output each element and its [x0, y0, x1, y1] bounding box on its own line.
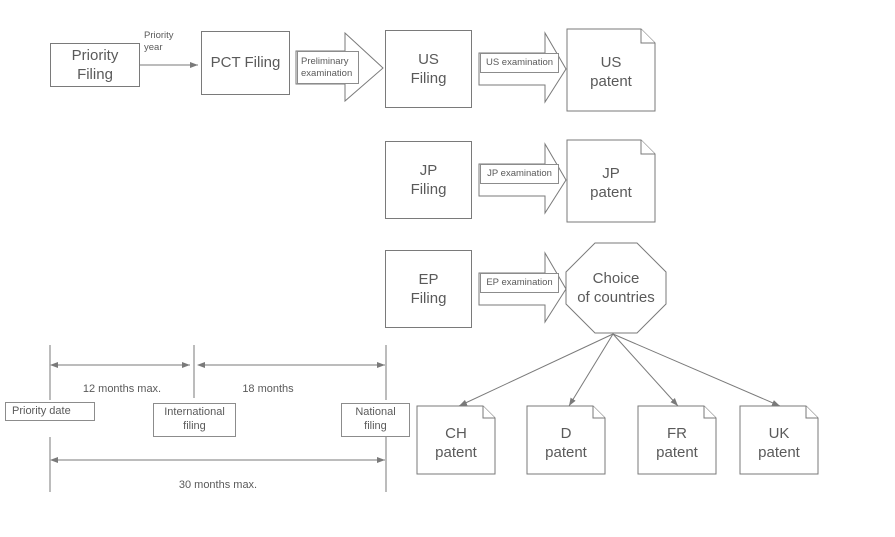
ch-patent-fold [482, 406, 495, 419]
choice-of-countries-shape[interactable] [565, 242, 667, 334]
d-patent-fold [592, 406, 605, 419]
milestone-priority-date[interactable]: Priority date [5, 402, 95, 421]
us-filing-shape[interactable] [385, 30, 472, 108]
timeline-span-30-months-label: 30 months max. [178, 479, 258, 491]
us-examination-label: US examination [480, 53, 559, 73]
diagram-canvas: Priority Filing PCT Filing Priority year… [0, 0, 895, 537]
diagram-vector-layer [49, 28, 819, 492]
preliminary-examination-label: Preliminary examination [297, 51, 359, 84]
uk-patent-fold [805, 406, 818, 419]
timeline-span-12-months-label: 12 months max. [82, 383, 162, 395]
jp-filing-shape[interactable] [385, 141, 472, 219]
milestone-national-filing[interactable]: National filing [341, 403, 410, 437]
fr-patent-fold [703, 406, 716, 419]
ep-examination-label: EP examination [480, 273, 559, 293]
ep-filing-shape[interactable] [385, 250, 472, 328]
jp-examination-label: JP examination [480, 164, 559, 184]
pct-filing-shape[interactable] [201, 31, 290, 95]
edge-choice-to-ch [458, 333, 614, 407]
timeline-span-18-months-label: 18 months [242, 383, 294, 395]
priority-year-label: Priority year [144, 30, 174, 53]
edge-choice-to-fr [612, 333, 679, 407]
milestone-international-filing[interactable]: International filing [153, 403, 236, 437]
edge-choice-to-uk [612, 333, 781, 407]
priority-filing-shape[interactable] [50, 43, 140, 87]
